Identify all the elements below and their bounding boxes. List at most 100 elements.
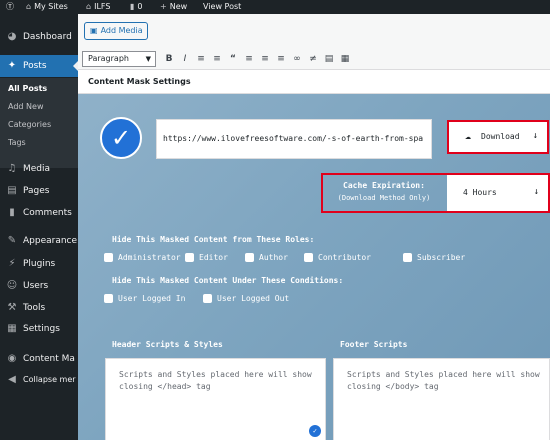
italic-icon[interactable]: I — [178, 51, 192, 67]
add-media-button[interactable]: ▣ Add Media — [84, 22, 148, 40]
blockquote-icon[interactable]: “ — [226, 51, 240, 67]
mask-method-value: Download — [481, 132, 520, 141]
home-icon: ⌂ — [86, 2, 92, 11]
footer-scripts-textarea[interactable]: Scripts and Styles placed here will show… — [333, 358, 550, 440]
my-sites-label: My Sites — [34, 2, 68, 11]
collapse-menu-button[interactable]: ◀ Collapse mer — [0, 369, 78, 391]
sidebar-item-label: Tools — [23, 303, 46, 313]
condition-checkbox-logged-out[interactable] — [203, 294, 212, 303]
footer-scripts-placeholder: Scripts and Styles placed here will show… — [347, 370, 540, 391]
sidebar-item-label: Dashboard — [23, 32, 72, 42]
sidebar-item-settings[interactable]: ▦ Settings — [0, 318, 78, 340]
sidebar-item-label: Users — [23, 281, 49, 291]
comments-link[interactable]: ▮ 0 — [130, 0, 143, 14]
submenu-tags[interactable]: Tags — [8, 138, 26, 147]
cache-expiration-group: Cache Expiration: (Download Method Only)… — [321, 173, 550, 213]
submenu-add-new[interactable]: Add New — [8, 102, 43, 111]
conditions-section-title: Hide This Masked Content Under These Con… — [112, 276, 344, 285]
sidebar-item-label: Appearance — [23, 236, 78, 246]
enable-mask-toggle[interactable]: ✓ — [100, 117, 142, 159]
add-media-label: Add Media — [100, 26, 143, 35]
submenu-all-posts[interactable]: All Posts — [8, 84, 47, 93]
sidebar-item-media[interactable]: ♫ Media — [0, 158, 78, 180]
cloud-download-icon: ☁ — [465, 131, 472, 142]
sidebar-item-tools[interactable]: ⚒ Tools — [0, 297, 78, 319]
checkmark-icon: ✓ — [110, 124, 132, 152]
align-right-icon[interactable]: ≡ — [274, 51, 288, 67]
metabox-title: Content Mask Settings — [78, 70, 550, 94]
bullet-list-icon[interactable]: ≡ — [194, 51, 208, 67]
cache-expiration-subtitle: (Download Method Only) — [337, 194, 431, 202]
dashboard-icon: ◕ — [7, 31, 17, 42]
footer-scripts-title: Footer Scripts — [340, 340, 408, 349]
condition-checkbox-logged-in[interactable] — [104, 294, 113, 303]
sidebar-item-label: Plugins — [23, 259, 56, 269]
content-mask-panel: ✓ https://www.ilovefreesoftware.com/-s-o… — [78, 94, 550, 440]
sidebar-item-users[interactable]: ☺ Users — [0, 275, 78, 297]
align-center-icon[interactable]: ≡ — [258, 51, 272, 67]
header-scripts-placeholder: Scripts and Styles placed here will show… — [119, 370, 312, 391]
sidebar-item-plugins[interactable]: ⚡ Plugins — [0, 253, 78, 275]
mask-method-select[interactable]: ☁ Download ↓ — [447, 120, 549, 154]
editor-toolbar: Paragraph ▼ B I ≡ ≡ “ ≡ ≡ ≡ ∞ ≠ ▤ ▦ — [78, 48, 550, 70]
plugin-icon: ⚡ — [8, 258, 16, 269]
toolbar-toggle-icon[interactable]: ▦ — [338, 51, 352, 67]
sidebar-item-content-mask[interactable]: ◉ Content Ma — [0, 348, 78, 370]
sidebar-item-comments[interactable]: ▮ Comments — [0, 202, 78, 224]
numbered-list-icon[interactable]: ≡ — [210, 51, 224, 67]
sidebar-item-label: Settings — [23, 324, 60, 334]
submenu-categories[interactable]: Categories — [8, 120, 51, 129]
admin-bar: Ⓣ ⌂ My Sites ⌂ ILFS ▮ 0 + New View Post — [0, 0, 550, 14]
new-label: New — [169, 2, 188, 11]
media-icon: ♫ — [7, 163, 17, 174]
my-sites-link[interactable]: ⌂ My Sites — [26, 0, 68, 14]
collapse-icon: ◀ — [8, 374, 16, 385]
role-label-subscriber: Subscriber — [417, 253, 466, 262]
pin-icon: ✦ — [7, 60, 17, 71]
header-scripts-textarea[interactable]: Scripts and Styles placed here will show… — [105, 358, 326, 440]
content-mask-icon: ◉ — [7, 353, 17, 364]
role-checkbox-editor[interactable] — [185, 253, 194, 262]
wordpress-logo-icon[interactable]: Ⓣ — [6, 0, 14, 14]
role-checkbox-subscriber[interactable] — [403, 253, 412, 262]
cache-expiration-label: Cache Expiration: (Download Method Only) — [323, 175, 445, 211]
role-label-administrator: Administrator — [118, 253, 181, 262]
cache-expiration-select[interactable]: 4 Hours ↓ — [447, 175, 548, 211]
role-label-editor: Editor — [199, 253, 228, 262]
read-more-icon[interactable]: ▤ — [322, 51, 336, 67]
condition-label-logged-in: User Logged In — [118, 294, 186, 303]
unlink-icon[interactable]: ≠ — [306, 51, 320, 67]
sidebar-item-label: Posts — [23, 61, 47, 71]
tools-icon: ⚒ — [7, 302, 17, 313]
sidebar-item-pages[interactable]: ▤ Pages — [0, 180, 78, 202]
sidebar-item-dashboard[interactable]: ◕ Dashboard — [0, 26, 78, 48]
link-icon[interactable]: ∞ — [290, 51, 304, 67]
admin-sidebar: ◕ Dashboard ✦ Posts All Posts Add New Cate… — [0, 14, 78, 440]
sidebar-item-label: Media — [23, 164, 51, 174]
format-select[interactable]: Paragraph ▼ — [82, 51, 156, 67]
site-name-link[interactable]: ⌂ ILFS — [86, 0, 110, 14]
cache-expiration-value: 4 Hours — [463, 188, 497, 197]
settings-icon: ▦ — [7, 323, 17, 334]
role-label-contributor: Contributor — [318, 253, 371, 262]
role-checkbox-administrator[interactable] — [104, 253, 113, 262]
comment-icon: ▮ — [130, 2, 135, 11]
sidebar-item-appearance[interactable]: ✎ Appearance — [0, 230, 78, 252]
role-checkbox-contributor[interactable] — [304, 253, 313, 262]
sidebar-item-label: Collapse mer — [23, 375, 76, 384]
role-checkbox-author[interactable] — [245, 253, 254, 262]
bold-icon[interactable]: B — [162, 51, 176, 67]
checkmark-icon: ✓ — [309, 425, 321, 437]
align-left-icon[interactable]: ≡ — [242, 51, 256, 67]
mask-url-input[interactable]: https://www.ilovefreesoftware.com/-s-of-… — [156, 119, 432, 159]
view-post-link[interactable]: View Post — [203, 0, 241, 14]
post-editor: ▣ Add Media Paragraph ▼ B I ≡ ≡ “ ≡ ≡ ≡ ∞ … — [78, 14, 550, 440]
new-link[interactable]: + New — [160, 0, 187, 14]
sidebar-item-posts[interactable]: ✦ Posts — [0, 55, 78, 77]
header-scripts-title: Header Scripts & Styles — [112, 340, 223, 349]
pages-icon: ▤ — [7, 185, 17, 196]
arrow-down-icon: ↓ — [532, 131, 538, 141]
sidebar-item-label: Pages — [23, 186, 50, 196]
condition-label-logged-out: User Logged Out — [217, 294, 290, 303]
comments-count: 0 — [137, 2, 143, 11]
